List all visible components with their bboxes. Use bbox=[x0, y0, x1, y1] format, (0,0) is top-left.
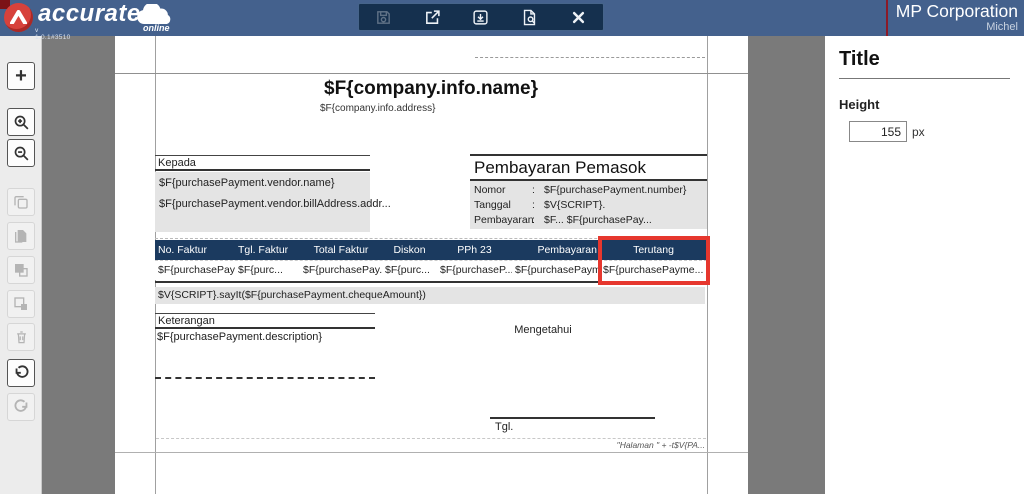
page-number-field[interactable]: "Halaman " + -t$V{PA... bbox=[455, 440, 705, 450]
panel-title: Title bbox=[839, 48, 1010, 71]
kepada-rule-bottom bbox=[155, 169, 370, 171]
table-header-cell[interactable]: Tgl. Faktur bbox=[235, 240, 300, 260]
table-cell[interactable]: $F{purchasePaym... bbox=[512, 261, 600, 280]
paste-icon bbox=[13, 228, 29, 244]
terutang-column-highlight[interactable] bbox=[598, 236, 710, 285]
delete-button[interactable] bbox=[7, 323, 35, 351]
version-label: v 1.0.1#3510 bbox=[35, 27, 71, 41]
height-label: Height bbox=[839, 97, 1010, 112]
table-header-cell[interactable]: Diskon bbox=[382, 240, 437, 260]
delete-icon bbox=[14, 329, 29, 345]
side-toolbar: + bbox=[0, 36, 42, 494]
brand-sub-label: online bbox=[143, 23, 170, 33]
pembayaran-value-field[interactable]: $F... $F{purchasePay... bbox=[544, 213, 652, 228]
table-header-cell[interactable]: Pembayaran bbox=[512, 240, 600, 260]
bring-forward-icon bbox=[13, 262, 29, 278]
close-button[interactable] bbox=[564, 5, 594, 29]
undo-icon bbox=[13, 365, 30, 382]
table-cell[interactable]: $F{purchasePay... bbox=[300, 261, 382, 280]
cloud-icon: online bbox=[134, 3, 176, 35]
vendor-fields[interactable]: $F{purchasePayment.vendor.name} $F{purch… bbox=[155, 172, 370, 232]
keterangan-rule-top bbox=[155, 313, 375, 314]
vendor-name-field[interactable]: $F{purchasePayment.vendor.name} bbox=[159, 177, 335, 189]
separator: : bbox=[532, 183, 544, 198]
zoom-out-button[interactable] bbox=[7, 139, 35, 167]
company-address-field[interactable]: $F{company.info.address} bbox=[320, 103, 435, 114]
table-header-cell[interactable]: Total Faktur bbox=[300, 240, 382, 260]
app-window: accurate v 1.0.1#3510 online bbox=[0, 0, 1024, 494]
app-header: accurate v 1.0.1#3510 online bbox=[0, 0, 1024, 36]
company-name-field[interactable]: $F{company.info.name} bbox=[155, 78, 707, 100]
separator: : bbox=[532, 213, 544, 228]
tanggal-label: Tanggal bbox=[474, 198, 532, 213]
preview-button[interactable] bbox=[515, 5, 545, 29]
download-button[interactable] bbox=[466, 5, 496, 29]
brand-name: accurate bbox=[38, 0, 141, 28]
panel-divider bbox=[839, 78, 1010, 79]
nomor-value-field[interactable]: $F{purchasePayment.number} bbox=[544, 183, 686, 198]
description-field[interactable]: $F{purchasePayment.description} bbox=[157, 331, 322, 343]
table-cell[interactable]: $F{purchasePay... bbox=[155, 261, 235, 280]
table-header-cell[interactable]: No. Faktur bbox=[155, 240, 235, 260]
add-element-button[interactable]: + bbox=[7, 62, 35, 90]
kepada-rule-top bbox=[155, 155, 370, 156]
export-button[interactable] bbox=[417, 5, 447, 29]
table-cell[interactable]: $F{purc... bbox=[235, 261, 300, 280]
kepada-label[interactable]: Kepada bbox=[158, 157, 196, 169]
band-divider-bottom bbox=[115, 452, 748, 453]
save-icon bbox=[375, 9, 392, 26]
save-button[interactable] bbox=[368, 5, 398, 29]
zoom-out-icon bbox=[13, 145, 30, 162]
top-toolbar bbox=[358, 3, 604, 31]
amount-in-words-field[interactable]: $V{SCRIPT}.sayIt($F{purchasePayment.cheq… bbox=[155, 287, 705, 304]
vendor-address-field[interactable]: $F{purchasePayment.vendor.billAddress.ad… bbox=[159, 198, 391, 210]
properties-panel: Title Height px bbox=[825, 36, 1024, 494]
template-page[interactable]: $F{company.info.name} $F{company.info.ad… bbox=[115, 36, 748, 494]
send-backward-icon bbox=[13, 296, 29, 312]
copy-icon bbox=[13, 194, 29, 210]
keterangan-rule-bottom bbox=[155, 327, 375, 329]
close-icon bbox=[571, 10, 586, 25]
footer-dash-rule bbox=[156, 438, 706, 439]
mengetahui-label[interactable]: Mengetahui bbox=[468, 324, 618, 336]
add-icon: + bbox=[15, 66, 27, 86]
account-menu[interactable]: MP Corporation Michel bbox=[896, 2, 1018, 34]
tanggal-value-field[interactable]: $V{SCRIPT}. bbox=[544, 198, 605, 213]
zoom-in-button[interactable] bbox=[7, 108, 35, 136]
design-canvas[interactable]: $F{company.info.name} $F{company.info.ad… bbox=[42, 36, 825, 494]
undo-button[interactable] bbox=[7, 359, 35, 387]
download-icon bbox=[472, 9, 489, 26]
copy-button[interactable] bbox=[7, 188, 35, 216]
keterangan-label[interactable]: Keterangan bbox=[158, 315, 215, 327]
report-title-field[interactable]: Pembayaran Pemasok bbox=[470, 154, 707, 181]
nomor-label: Nomor bbox=[474, 183, 532, 198]
export-icon bbox=[424, 9, 441, 26]
redo-icon bbox=[13, 399, 30, 416]
bring-forward-button[interactable] bbox=[7, 256, 35, 284]
redo-button[interactable] bbox=[7, 393, 35, 421]
preview-icon bbox=[521, 9, 538, 26]
zoom-in-icon bbox=[13, 114, 30, 131]
height-input[interactable] bbox=[849, 121, 907, 142]
unit-label: px bbox=[912, 125, 925, 139]
payment-info-fields[interactable]: Nomor : $F{purchasePayment.number} Tangg… bbox=[470, 181, 707, 229]
band-selection-dash bbox=[475, 57, 705, 58]
user-name: Michel bbox=[896, 21, 1018, 34]
table-header-cell[interactable]: PPh 23 bbox=[437, 240, 512, 260]
tgl-rule bbox=[490, 417, 655, 419]
table-cell[interactable]: $F{purc... bbox=[382, 261, 437, 280]
signature-dash-rule bbox=[155, 377, 375, 379]
pembayaran-label: Pembayaran bbox=[474, 213, 532, 228]
band-divider-top bbox=[115, 73, 748, 74]
table-cell[interactable]: $F{purchaseP... bbox=[437, 261, 512, 280]
send-backward-button[interactable] bbox=[7, 290, 35, 318]
tgl-label[interactable]: Tgl. bbox=[495, 421, 513, 433]
paste-button[interactable] bbox=[7, 222, 35, 250]
separator: : bbox=[532, 198, 544, 213]
header-divider bbox=[886, 0, 888, 36]
accurate-logo-icon bbox=[4, 3, 33, 32]
company-name: MP Corporation bbox=[896, 2, 1018, 21]
